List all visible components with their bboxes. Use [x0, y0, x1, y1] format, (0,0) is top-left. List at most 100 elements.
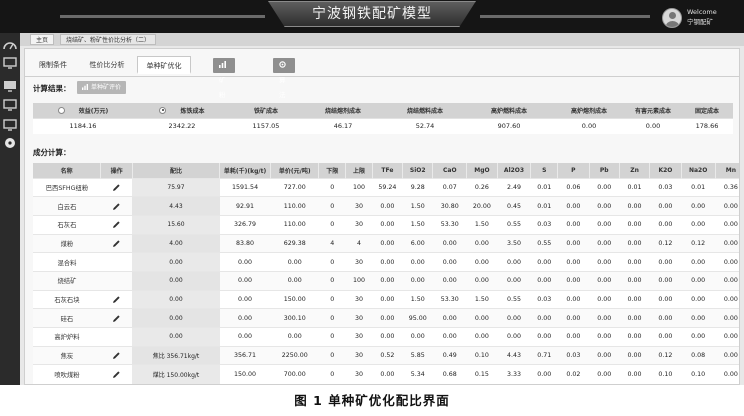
- table-row[interactable]: 硅石 0.00 0.00 300.10 0 30 0.00 95.00 0.00 0.00 0.00…: [33, 308, 739, 328]
- results-col-profit[interactable]: 效益(万元): [33, 103, 133, 118]
- composition-header-cell: Na2O: [681, 163, 716, 178]
- breadcrumb-home[interactable]: 主页: [30, 34, 55, 45]
- user-info[interactable]: Welcome 宁钢配矿: [687, 7, 717, 27]
- table-row[interactable]: 巴西SFHG纽粉 75.97 1591.54 727.00 0 100 59.24 9.28 0…: [33, 177, 739, 197]
- ratio-input[interactable]: 15.60: [132, 214, 220, 235]
- ratio-input[interactable]: 4.43: [132, 196, 220, 216]
- composition-value: 0.00: [372, 214, 403, 235]
- table-row[interactable]: 焦炭 焦比 356.71kg/t 356.71 2250.00 0 30 0.52 5.85 0…: [33, 345, 739, 365]
- ratio-input[interactable]: 75.97: [132, 177, 220, 197]
- ratio-input[interactable]: 煤比 150.00kg/t: [132, 364, 220, 384]
- composition-value: 110.00: [270, 214, 319, 235]
- composition-value: 0.00: [432, 308, 467, 328]
- composition-value: 2.49: [497, 177, 531, 197]
- display-icon[interactable]: [3, 119, 17, 131]
- result-value: 1157.05: [231, 117, 301, 134]
- ore-name: 巴西SFHG纽粉: [33, 177, 101, 197]
- composition-value: 0.00: [715, 345, 739, 365]
- composition-value: 0.00: [372, 364, 403, 384]
- composition-value: 0.06: [557, 177, 590, 197]
- composition-value: 0.00: [557, 308, 590, 328]
- results-header-row: 效益(万元) 炼铁成本 铁矿成本 烧结熔剂成本 烧结燃料成本 高炉燃料成本 高炉…: [33, 103, 733, 118]
- table-row[interactable]: 煤粉 4.00 83.80 629.38 4 4 0.00 6.00 0.00 0.00 3.50 0…: [33, 233, 739, 253]
- pencil-icon[interactable]: [112, 239, 121, 248]
- result-value: 178.66: [681, 117, 733, 134]
- tab-single-ore-optimization[interactable]: 单种矿优化: [137, 56, 191, 74]
- composition-value: 0.00: [619, 364, 650, 384]
- screen-icon[interactable]: [3, 99, 17, 111]
- composition-value: 150.00: [219, 364, 271, 384]
- table-row[interactable]: 混合料 0.00 0.00 0.00 0 30 0.00 0.00 0.00 0.00 0.00 0.…: [33, 252, 739, 272]
- calc-params-button[interactable]: 算法参数: [273, 58, 295, 129]
- ratio-input[interactable]: 0.00: [132, 289, 220, 309]
- composition-value: 300.10: [270, 308, 319, 328]
- desktop-icon[interactable]: [3, 80, 17, 92]
- composition-value: 0.55: [497, 214, 531, 235]
- composition-table-viewport[interactable]: 名称 操作 配比 单耗(千)(kg/t) 单价(元/吨) 下限 上限 TFe SiO2 CaO Mg…: [33, 163, 739, 385]
- pencil-icon[interactable]: [112, 314, 121, 323]
- composition-value: 0.00: [557, 252, 590, 272]
- ratio-input[interactable]: 0.00: [132, 308, 220, 328]
- monitor-icon[interactable]: [3, 57, 17, 69]
- ore-select-button[interactable]: 矿粉选择: [213, 58, 235, 129]
- composition-header-cell: 单价(元/吨): [270, 163, 320, 178]
- pencil-icon[interactable]: [112, 370, 121, 379]
- pencil-icon[interactable]: [112, 220, 121, 229]
- result-value: 46.17: [301, 117, 385, 134]
- composition-value: 0.00: [619, 196, 650, 216]
- composition-value: 0.00: [649, 308, 682, 328]
- tab-cost-performance[interactable]: 性价比分析: [81, 56, 133, 74]
- single-ore-eval-button[interactable]: 单种矿评价: [77, 81, 127, 94]
- pencil-icon[interactable]: [112, 295, 121, 304]
- composition-value: 0.00: [219, 327, 271, 347]
- composition-value: 0.00: [619, 289, 650, 309]
- ratio-input[interactable]: 4.00: [132, 233, 220, 253]
- breadcrumb-current[interactable]: 烧结矿、粉矿性价比分析（二）: [60, 34, 157, 45]
- pencil-icon[interactable]: [112, 183, 121, 192]
- composition-header-cell: 单耗(千)(kg/t): [219, 163, 271, 178]
- composition-value: 0.12: [649, 233, 682, 253]
- composition-value: 0.00: [649, 270, 682, 291]
- composition-header-cell: Mn: [715, 163, 739, 178]
- table-row[interactable]: 石灰石块 0.00 0.00 150.00 0 30 0.00 1.50 53.30 1.50 0.…: [33, 289, 739, 309]
- ratio-value: 4.43: [169, 202, 183, 210]
- table-row[interactable]: 高炉炉料 0.00 0.00 0.00 0 30 0.00 0.00 0.00 0.00 0.00 0…: [33, 327, 739, 347]
- composition-value: 0.45: [497, 196, 531, 216]
- composition-value: 0.00: [715, 327, 739, 347]
- composition-value: 0.03: [557, 345, 590, 365]
- table-row[interactable]: 喷吹煤粉 煤比 150.00kg/t 150.00 700.00 0 30 0.00 5.34…: [33, 364, 739, 384]
- ratio-input[interactable]: 焦比 356.71kg/t: [132, 345, 220, 365]
- composition-value: 0.00: [557, 270, 590, 291]
- result-value: 1184.16: [33, 117, 133, 134]
- ratio-value: 0.00: [169, 314, 183, 322]
- table-row[interactable]: 烧结矿 0.00 0.00 0.00 0 100 0.00 0.00 0.00 0.00 0.00 0…: [33, 270, 739, 291]
- info-circle-icon[interactable]: [3, 137, 17, 149]
- results-col-ironmaking-cost[interactable]: 炼铁成本: [133, 103, 231, 118]
- composition-value: 0.68: [432, 364, 467, 384]
- composition-value: 100: [345, 270, 373, 291]
- composition-value: 0.00: [402, 252, 433, 272]
- ratio-input[interactable]: 0.00: [132, 252, 220, 272]
- composition-value: 0.00: [715, 214, 739, 235]
- tab-constraints[interactable]: 限制条件: [31, 56, 75, 74]
- ratio-input[interactable]: 0.00: [132, 327, 220, 347]
- pencil-icon[interactable]: [112, 202, 121, 211]
- ratio-value: 4.00: [169, 239, 183, 247]
- composition-value: 0.52: [372, 345, 403, 365]
- ratio-input[interactable]: 0.00: [132, 270, 220, 291]
- pencil-icon[interactable]: [112, 351, 121, 360]
- composition-header-cell: 配比: [132, 163, 221, 178]
- radio-ironmaking-cost[interactable]: [159, 106, 167, 114]
- gear-icon: [279, 61, 286, 68]
- table-row[interactable]: 白云石 4.43 92.91 110.00 0 30 0.00 1.50 30.80 20.00 0…: [33, 196, 739, 216]
- top-header: 宁波钢铁配矿模型 Welcome 宁钢配矿: [0, 0, 744, 33]
- radio-profit[interactable]: [57, 106, 65, 114]
- composition-value: 0.00: [372, 289, 403, 309]
- composition-value: 100: [345, 177, 373, 197]
- composition-value: 356.71: [219, 345, 271, 365]
- table-row[interactable]: 石灰石 15.60 326.79 110.00 0 30 0.00 1.50 53.30 1.50…: [33, 214, 739, 235]
- avatar[interactable]: [662, 8, 682, 28]
- results-value-row: 1184.16 2342.22 1157.05 46.17 52.74 907.…: [33, 117, 733, 134]
- composition-value: 0.00: [497, 308, 531, 328]
- dashboard-icon[interactable]: [3, 39, 17, 51]
